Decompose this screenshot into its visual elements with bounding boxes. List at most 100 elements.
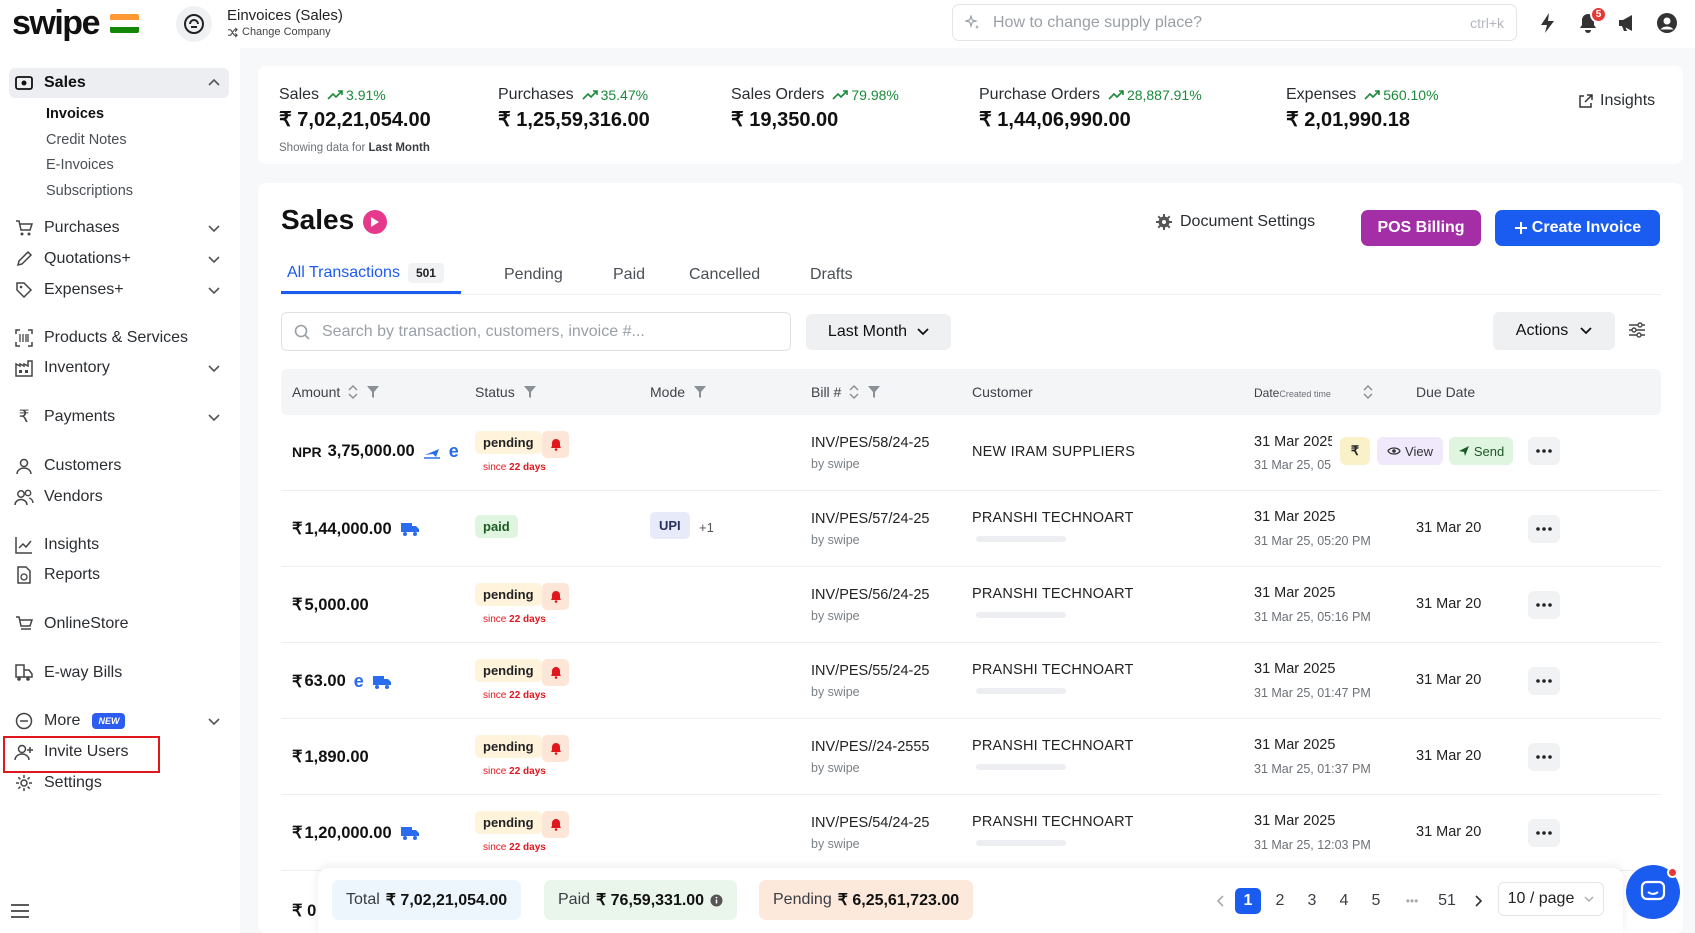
chevron-down-icon[interactable] (208, 256, 220, 264)
insights-link[interactable]: Insights (1578, 92, 1655, 110)
view-button[interactable]: View (1377, 437, 1443, 465)
sidebar-item-insights[interactable]: Insights (14, 531, 99, 559)
document-settings-button[interactable]: Document Settings (1156, 213, 1315, 231)
page-3-button[interactable]: 3 (1299, 888, 1325, 914)
sidebar-item-payments[interactable]: ₹ Payments (14, 403, 116, 431)
company-logo[interactable] (176, 6, 212, 42)
row-more-button[interactable] (1528, 515, 1560, 543)
chevron-up-icon[interactable] (208, 78, 220, 86)
bill-number[interactable]: INV/PES/55/24-25 (811, 663, 930, 679)
customer-name[interactable]: PRANSHI TECHNOART (972, 738, 1134, 754)
row-more-button[interactable] (1528, 437, 1560, 465)
sidebar-item-expenses[interactable]: Expenses+ (14, 276, 124, 304)
tab-pending[interactable]: Pending (504, 266, 563, 284)
sort-icon[interactable] (348, 384, 358, 400)
customer-name[interactable]: NEW IRAM SUPPLIERS (972, 444, 1135, 460)
sidebar-sub-invoices[interactable]: Invoices (46, 106, 104, 122)
sidebar-item-sales[interactable]: Sales (14, 69, 86, 97)
customer-name[interactable]: PRANSHI TECHNOART (972, 586, 1134, 602)
row-more-button[interactable] (1528, 667, 1560, 695)
filter-funnel-icon[interactable] (523, 385, 537, 399)
sidebar-sub-e-invoices[interactable]: E-Invoices (46, 157, 114, 173)
payment-mode-extra[interactable]: +1 (699, 520, 714, 535)
bill-number[interactable]: INV/PES//24-2555 (811, 739, 930, 755)
hamburger-menu-icon[interactable] (11, 904, 29, 918)
table-row[interactable]: ₹63.00 e pending since 22 days INV/PES/5… (281, 643, 1661, 719)
sliders-icon[interactable] (1628, 321, 1646, 339)
chevron-down-icon[interactable] (208, 718, 220, 726)
sidebar-item-purchases[interactable]: Purchases (14, 214, 120, 242)
sidebar-item-vendors[interactable]: Vendors (14, 483, 103, 511)
sidebar-item-eway-bills[interactable]: E-way Bills (14, 659, 122, 687)
sidebar-item-settings[interactable]: Settings (14, 769, 102, 797)
chevron-down-icon[interactable] (208, 287, 220, 295)
customer-name[interactable]: PRANSHI TECHNOART (972, 662, 1134, 678)
sidebar-sub-subscriptions[interactable]: Subscriptions (46, 183, 133, 199)
page-4-button[interactable]: 4 (1331, 888, 1357, 914)
lightning-icon[interactable] (1539, 12, 1557, 34)
reminder-bell-icon[interactable] (542, 431, 569, 458)
table-row[interactable]: ₹1,890.00 pending since 22 days INV/PES/… (281, 719, 1661, 795)
column-amount[interactable]: Amount (292, 369, 380, 415)
column-status[interactable]: Status (475, 369, 537, 415)
sort-icon[interactable] (849, 384, 859, 400)
page-51-button[interactable]: 51 (1434, 888, 1460, 914)
tab-drafts[interactable]: Drafts (810, 266, 853, 284)
user-account-icon[interactable] (1656, 12, 1678, 34)
filter-funnel-icon[interactable] (693, 385, 707, 399)
record-payment-button[interactable]: ₹ (1340, 437, 1370, 465)
pagination-ellipsis[interactable]: ••• (1395, 888, 1429, 914)
page-2-button[interactable]: 2 (1267, 888, 1293, 914)
reminder-bell-icon[interactable] (542, 735, 569, 762)
info-icon[interactable] (710, 894, 723, 907)
bill-number[interactable]: INV/PES/58/24-25 (811, 435, 930, 451)
table-row[interactable]: ₹5,000.00 pending since 22 days INV/PES/… (281, 567, 1661, 643)
table-row[interactable]: ₹1,44,000.00 paid UPI +1 INV/PES/57/24-2… (281, 491, 1661, 567)
stat-purchases[interactable]: Purchases 35.47% ₹ 1,25,59,316.00 (498, 86, 650, 132)
create-invoice-button[interactable]: Create Invoice (1495, 210, 1660, 246)
period-filter-dropdown[interactable]: Last Month (806, 314, 951, 350)
column-bill[interactable]: Bill # (811, 369, 881, 415)
tab-paid[interactable]: Paid (613, 266, 645, 284)
bill-number[interactable]: INV/PES/54/24-25 (811, 815, 930, 831)
chevron-right-icon[interactable] (1475, 895, 1483, 907)
column-mode[interactable]: Mode (650, 369, 707, 415)
chevron-down-icon[interactable] (208, 414, 220, 422)
customer-name[interactable]: PRANSHI TECHNOART (972, 814, 1134, 830)
customer-name[interactable]: PRANSHI TECHNOART (972, 510, 1134, 526)
table-row[interactable]: ₹1,20,000.00 pending since 22 days INV/P… (281, 795, 1661, 871)
sidebar-item-more[interactable]: More NEW (14, 707, 126, 735)
row-more-button[interactable] (1528, 743, 1560, 771)
bill-number[interactable]: INV/PES/56/24-25 (811, 587, 930, 603)
pos-billing-button[interactable]: POS Billing (1361, 210, 1481, 246)
reminder-bell-icon[interactable] (542, 583, 569, 610)
reminder-bell-icon[interactable] (542, 659, 569, 686)
change-company-link[interactable]: Change Company (227, 26, 331, 38)
stat-expenses[interactable]: Expenses 560.10% ₹ 2,01,990.18 (1286, 86, 1439, 132)
sidebar-item-inventory[interactable]: Inventory (14, 354, 110, 382)
sidebar-item-quotations[interactable]: Quotations+ (14, 245, 131, 273)
row-more-button[interactable] (1528, 591, 1560, 619)
chevron-left-icon[interactable] (1216, 895, 1224, 907)
send-button[interactable]: Send (1449, 437, 1513, 465)
bill-number[interactable]: INV/PES/57/24-25 (811, 511, 930, 527)
sidebar-item-products[interactable]: Products & Services (14, 324, 188, 352)
chevron-down-icon[interactable] (208, 365, 220, 373)
page-1-button[interactable]: 1 (1235, 888, 1261, 914)
stat-sales[interactable]: Sales 3.91% ₹ 7,02,21,054.00 (279, 86, 431, 132)
transaction-search-input[interactable]: Search by transaction, customers, invoic… (281, 312, 791, 351)
global-search-input[interactable]: How to change supply place? ctrl+k (952, 4, 1517, 41)
sidebar-item-online-store[interactable]: OnlineStore (14, 610, 129, 638)
play-video-icon[interactable] (363, 210, 387, 234)
megaphone-icon[interactable] (1617, 12, 1637, 34)
chevron-down-icon[interactable] (208, 225, 220, 233)
sidebar-sub-credit-notes[interactable]: Credit Notes (46, 132, 127, 148)
page-5-button[interactable]: 5 (1363, 888, 1389, 914)
row-more-button[interactable] (1528, 819, 1560, 847)
stat-purchase-orders[interactable]: Purchase Orders 28,887.91% ₹ 1,44,06,990.… (979, 86, 1202, 132)
tab-all-transactions[interactable]: All Transactions 501 (287, 263, 444, 283)
company-name[interactable]: Einvoices (Sales) (227, 7, 343, 24)
page-size-select[interactable]: 10 / page (1498, 882, 1604, 916)
app-logo[interactable]: swipe (12, 4, 100, 43)
sidebar-item-customers[interactable]: Customers (14, 452, 121, 480)
